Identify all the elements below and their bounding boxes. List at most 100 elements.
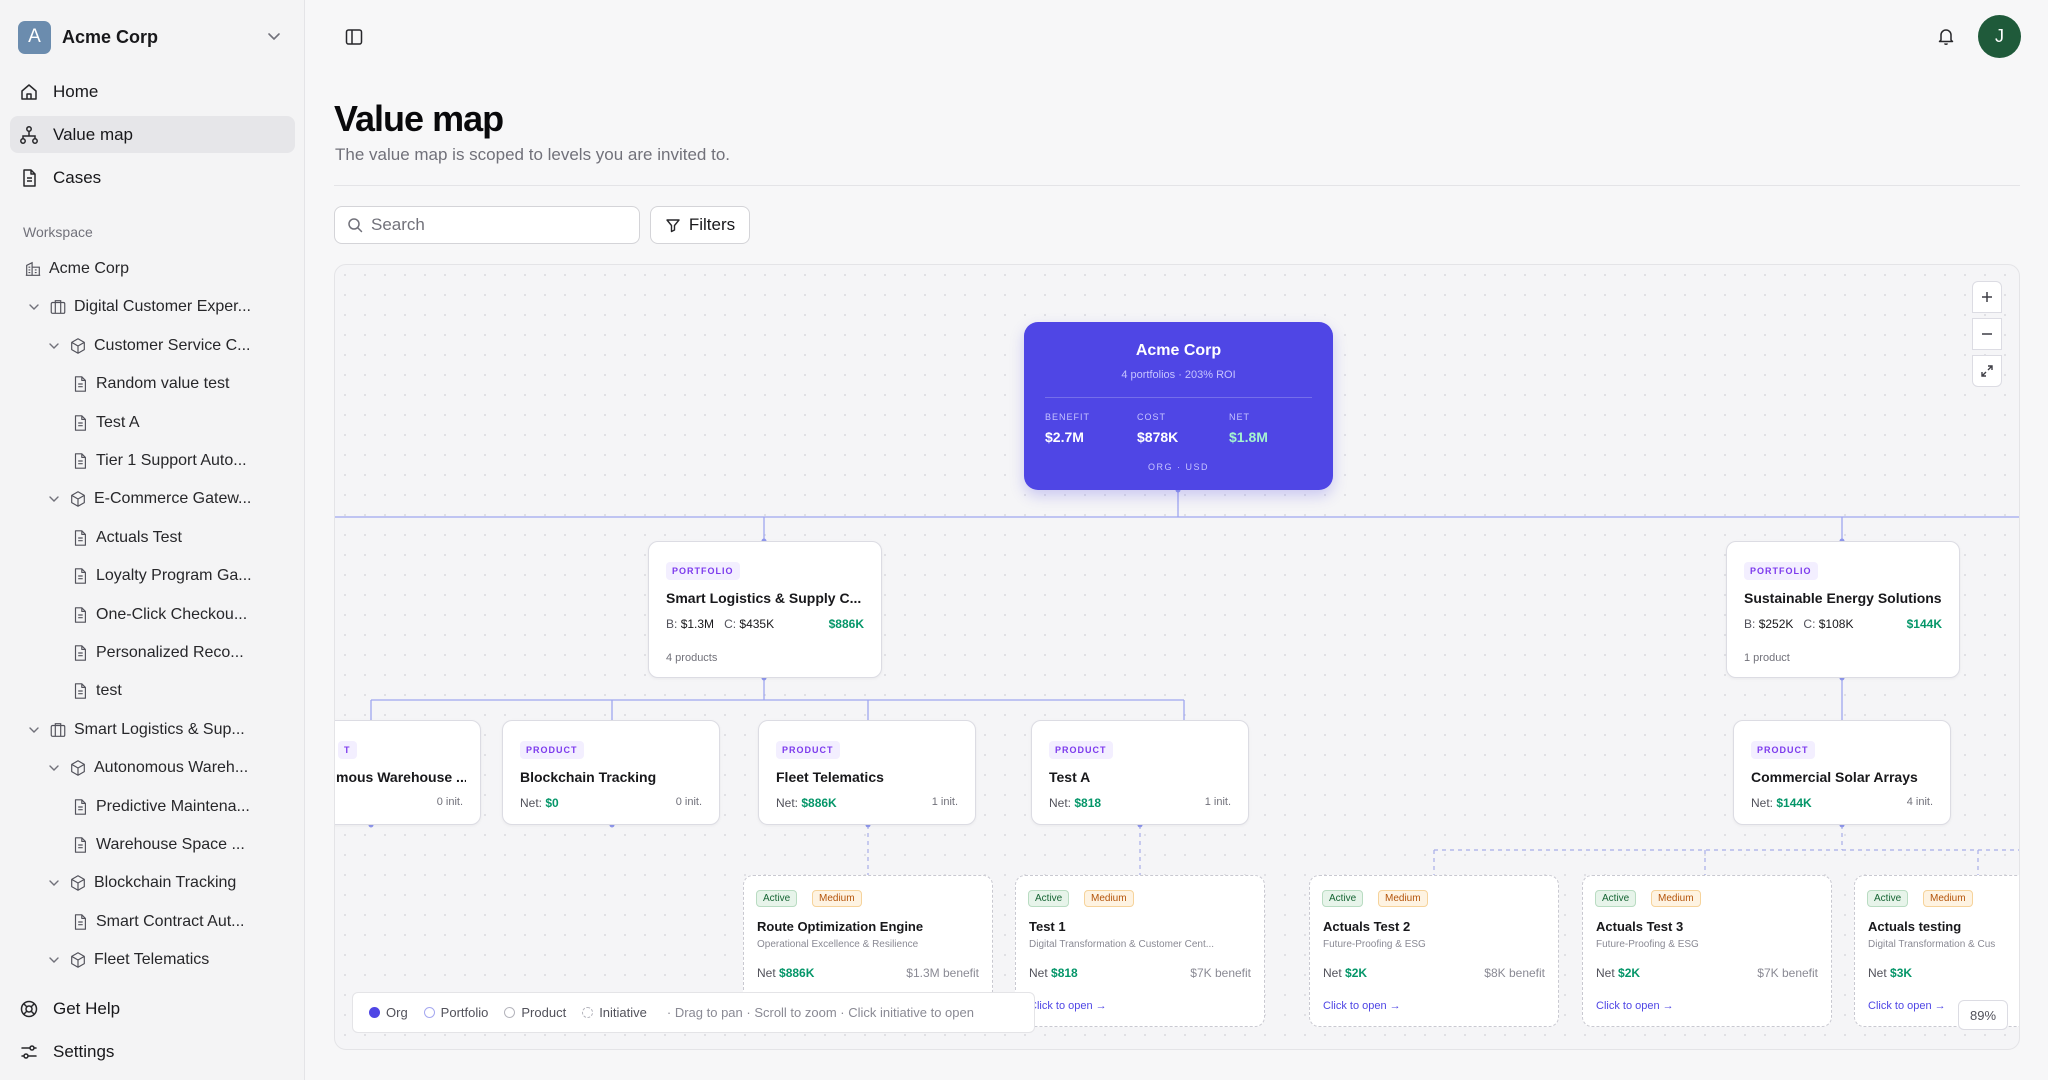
bell-icon[interactable]: [1936, 26, 1956, 46]
chevron-down-icon[interactable]: [47, 761, 61, 775]
sidebar-toggle-icon[interactable]: [344, 27, 364, 47]
net-label: Net: [757, 966, 776, 980]
nav-settings[interactable]: Settings: [10, 1033, 295, 1070]
nav-home[interactable]: Home: [10, 73, 295, 110]
settings-label: Settings: [53, 1041, 115, 1061]
legend-product-label: Product: [521, 1005, 567, 1020]
tree-item-label: Actuals Test: [96, 528, 182, 546]
zoom-in-button[interactable]: [1972, 281, 2002, 313]
cost-value: $108K: [1818, 617, 1854, 631]
tree-item-case[interactable]: Warehouse Space ...: [71, 827, 245, 863]
org-switcher[interactable]: A Acme Corp: [18, 20, 288, 54]
portfolio-bc: B: $252K C: $108K: [1744, 617, 1853, 631]
document-icon: [23, 168, 36, 187]
tree-item-case[interactable]: Personalized Reco...: [71, 635, 244, 671]
tree-item-portfolio[interactable]: Digital Customer Exper...: [27, 289, 251, 325]
search-icon: [348, 218, 363, 233]
portfolio-card[interactable]: PORTFOLIO Sustainable Energy Solutions B…: [1726, 541, 1960, 678]
tree-item-case[interactable]: test: [71, 673, 122, 709]
tree-item-product[interactable]: E-Commerce Gatew...: [47, 481, 251, 517]
initiative-card[interactable]: Active Medium Actuals Test 2 Future-Proo…: [1309, 875, 1559, 1027]
initiative-card[interactable]: Active Medium Test 1 Digital Transformat…: [1015, 875, 1265, 1027]
nav-get-help[interactable]: Get Help: [10, 990, 295, 1027]
product-card[interactable]: PRODUCT Commercial Solar Arrays Net: $14…: [1733, 720, 1951, 825]
tree-item-case[interactable]: Predictive Maintena...: [71, 789, 250, 825]
tree-item-portfolio[interactable]: Smart Logistics & Sup...: [27, 712, 245, 748]
document-icon: [74, 414, 86, 431]
tree-item-case[interactable]: Actuals Test: [71, 520, 182, 556]
initiative-net-row: Net $886K: [757, 966, 814, 980]
search-input[interactable]: [371, 215, 621, 235]
product-card[interactable]: T mous Warehouse ... 0 init.: [335, 720, 481, 825]
tree-item-case[interactable]: Test A: [71, 405, 140, 441]
portfolio-net: $886K: [828, 617, 864, 631]
initiative-card[interactable]: Active Medium Actuals Test 3 Future-Proo…: [1582, 875, 1832, 1027]
open-initiative-link[interactable]: Click to open →: [1323, 1000, 1401, 1012]
tree-item-label: E-Commerce Gatew...: [94, 490, 252, 508]
search-box[interactable]: [334, 206, 640, 244]
product-card[interactable]: PRODUCT Blockchain Tracking Net: $0 0 in…: [502, 720, 720, 825]
product-net-row: Net: $0: [520, 796, 559, 810]
org-cost-label: COST: [1137, 412, 1167, 422]
product-initiative-count: 1 init.: [931, 796, 958, 808]
zoom-out-button[interactable]: [1972, 318, 2002, 350]
zoom-level-indicator: 89%: [1958, 1000, 2008, 1030]
legend-product-swatch: [504, 1007, 516, 1018]
box-icon: [71, 338, 85, 354]
cost-label: C:: [724, 617, 737, 631]
tree-item-case[interactable]: Smart Contract Aut...: [71, 904, 245, 940]
nav-cases[interactable]: Cases: [10, 159, 295, 196]
chevron-down-icon[interactable]: [27, 723, 41, 737]
nav-value-map[interactable]: Value map: [10, 116, 295, 153]
workspace-label: Workspace: [23, 224, 93, 240]
tree-item-label: Customer Service C...: [94, 336, 251, 354]
tree-item-case[interactable]: Loyalty Program Ga...: [71, 558, 252, 594]
chevron-down-icon[interactable]: [47, 953, 61, 967]
chevron-down-icon[interactable]: [27, 300, 41, 314]
fit-view-button[interactable]: [1972, 355, 2002, 387]
get-help-label: Get Help: [53, 998, 121, 1018]
initiative-theme: Digital Transformation & Cus: [1868, 939, 1996, 950]
tree-item-product[interactable]: Autonomous Wareh...: [47, 750, 248, 786]
value-map-canvas[interactable]: Acme Corp 4 portfolios · 203% ROI BENEFI…: [334, 264, 2020, 1050]
open-initiative-link[interactable]: Click to open →: [1596, 1000, 1674, 1012]
org-name: Acme Corp: [62, 26, 159, 47]
status-badge: Active: [756, 890, 798, 907]
org-net-label: NET: [1229, 412, 1250, 422]
home-icon: [21, 83, 37, 100]
user-avatar[interactable]: J: [1978, 15, 2021, 58]
legend-initiative-label: Initiative: [599, 1005, 647, 1020]
product-card[interactable]: PRODUCT Fleet Telematics Net: $886K 1 in…: [758, 720, 976, 825]
help-icon: [20, 1000, 38, 1017]
benefit-label: B:: [666, 617, 678, 631]
product-title: mous Warehouse ...: [336, 769, 466, 785]
tree-item-product[interactable]: Customer Service C...: [47, 328, 250, 364]
open-initiative-link[interactable]: Click to open →: [1868, 1000, 1946, 1012]
legend-initiative-swatch: [582, 1007, 594, 1018]
tree-item-label: Autonomous Wareh...: [94, 759, 249, 777]
tree-item-product[interactable]: Fleet Telematics: [47, 942, 209, 978]
tree-item-case[interactable]: Tier 1 Support Auto...: [71, 443, 247, 479]
org-node-card[interactable]: Acme Corp 4 portfolios · 203% ROI BENEFI…: [1024, 322, 1333, 490]
tree-item-org[interactable]: Acme Corp: [24, 251, 129, 287]
org-cost: COST $878K: [1137, 412, 1178, 445]
portfolio-card[interactable]: PORTFOLIO Smart Logistics & Supply C... …: [648, 541, 882, 678]
chevron-down-icon[interactable]: [47, 492, 61, 506]
product-initiative-count: 0 init.: [436, 796, 463, 808]
cost-label: C:: [1803, 617, 1816, 631]
open-initiative-link[interactable]: Click to open →: [1029, 1000, 1107, 1012]
initiative-theme: Future-Proofing & ESG: [1596, 939, 1699, 950]
initiative-net: $818: [1051, 966, 1078, 980]
chevron-down-icon[interactable]: [47, 339, 61, 353]
filters-button[interactable]: Filters: [650, 206, 750, 244]
tree-item-product[interactable]: Blockchain Tracking: [47, 865, 236, 901]
tree-item-case[interactable]: Random value test: [71, 366, 229, 402]
chevron-down-icon[interactable]: [47, 876, 61, 890]
portfolio-count: 4 products: [666, 652, 718, 664]
product-badge: T: [338, 741, 357, 759]
initiative-net: $2K: [1345, 966, 1368, 980]
product-card[interactable]: PRODUCT Test A Net: $818 1 init.: [1031, 720, 1249, 825]
legend-product: Product: [504, 1005, 566, 1020]
page-subtitle: The value map is scoped to levels you ar…: [335, 145, 730, 164]
tree-item-case[interactable]: One-Click Checkou...: [71, 597, 247, 633]
